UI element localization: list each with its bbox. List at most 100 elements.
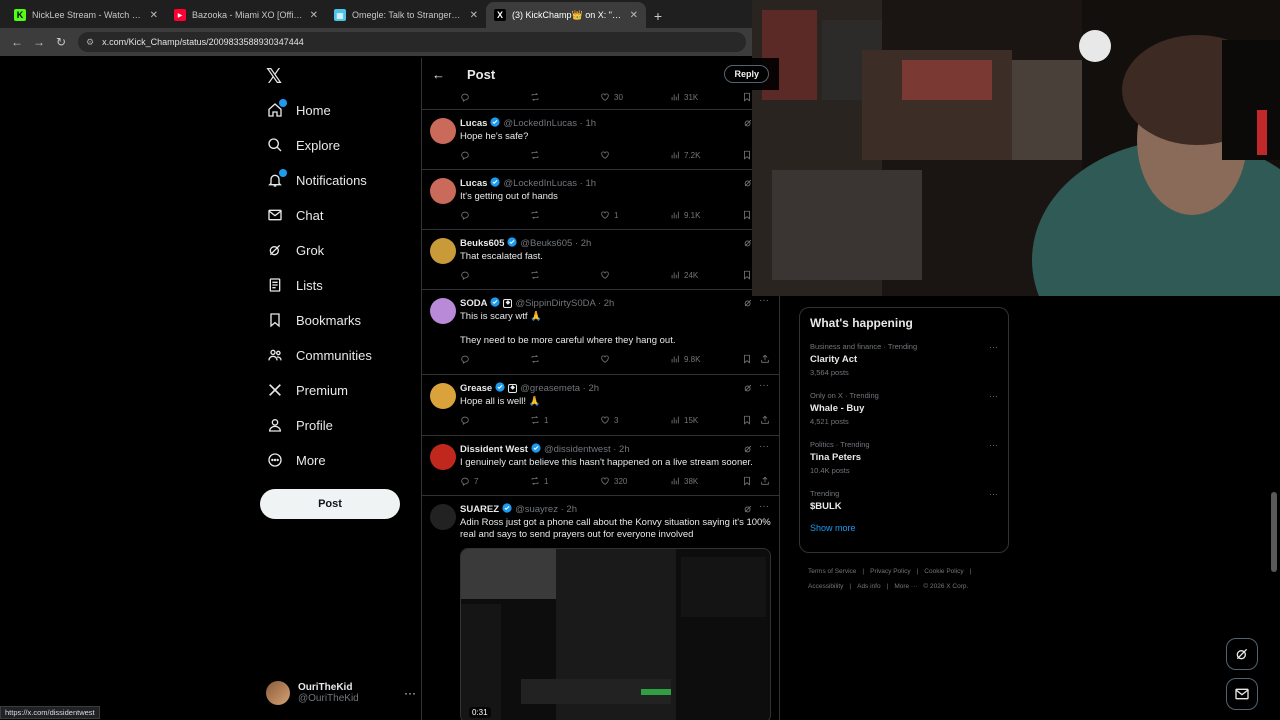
tweet-handle[interactable]: @SippinDirtyS0DA · 2h bbox=[515, 298, 614, 309]
views-icon[interactable]: 9.8K bbox=[670, 354, 700, 364]
like-icon[interactable]: 30 bbox=[600, 92, 623, 102]
trend-item[interactable]: Politics · Trending Tina Peters 10.4K po… bbox=[810, 440, 998, 489]
url-input[interactable]: ⚙ x.com/Kick_Champ/status/20098335889303… bbox=[78, 32, 746, 52]
trend-item[interactable]: Only on X · Trending Whale - Buy 4,521 p… bbox=[810, 391, 998, 440]
show-more-link[interactable]: Show more bbox=[810, 523, 998, 533]
browser-tab-2[interactable]: ▦ Omegle: Talk to Strangers with ✕ bbox=[326, 2, 486, 28]
tweet-author[interactable]: Dissident West bbox=[460, 444, 528, 455]
nav-item-grok[interactable]: Grok bbox=[266, 236, 324, 264]
views-icon[interactable]: 38K bbox=[670, 476, 698, 486]
avatar[interactable] bbox=[430, 178, 456, 204]
repost-icon[interactable] bbox=[530, 270, 544, 280]
views-icon[interactable]: 15K bbox=[670, 415, 698, 425]
views-icon[interactable]: 7.2K bbox=[670, 150, 700, 160]
like-icon[interactable] bbox=[600, 270, 614, 280]
close-icon[interactable]: ✕ bbox=[310, 10, 318, 21]
share-icon[interactable] bbox=[760, 415, 774, 425]
avatar[interactable] bbox=[430, 383, 456, 409]
reply-icon[interactable] bbox=[460, 270, 474, 280]
footer-link[interactable]: Accessibility bbox=[808, 583, 843, 590]
share-icon[interactable] bbox=[760, 354, 774, 364]
trend-item[interactable]: Trending $BULK ··· bbox=[810, 489, 998, 523]
nav-item-explore[interactable]: Explore bbox=[266, 131, 340, 159]
footer-link[interactable]: More ··· bbox=[894, 583, 917, 590]
reply-icon[interactable] bbox=[460, 210, 474, 220]
tweet-handle[interactable]: @dissidentwest · 2h bbox=[544, 444, 630, 455]
nav-item-lists[interactable]: Lists bbox=[266, 271, 323, 299]
back-arrow-icon[interactable]: ← bbox=[432, 67, 445, 82]
repost-icon[interactable] bbox=[530, 92, 544, 102]
x-logo-icon[interactable]: 𝕏 bbox=[266, 64, 282, 89]
tweet[interactable]: Beuks605 @Beuks605 · 2h That escalated fas… bbox=[422, 230, 779, 290]
site-info-icon[interactable]: ⚙ bbox=[86, 37, 94, 48]
like-icon[interactable]: 1 bbox=[600, 210, 618, 220]
tweet-author[interactable]: Grease bbox=[460, 383, 492, 394]
views-icon[interactable]: 31K bbox=[670, 92, 698, 102]
reply-icon[interactable] bbox=[460, 150, 474, 160]
repost-icon[interactable]: 1 bbox=[530, 415, 548, 425]
bookmark-icon[interactable] bbox=[742, 354, 756, 364]
avatar[interactable] bbox=[430, 298, 456, 324]
more-dots-icon[interactable]: ··· bbox=[759, 501, 769, 512]
browser-tab-1[interactable]: ▶ Bazooka - Miami XO [Official M ✕ bbox=[166, 2, 326, 28]
messages-fab-button[interactable] bbox=[1226, 678, 1258, 710]
close-icon[interactable]: ✕ bbox=[470, 10, 478, 21]
more-dots-icon[interactable]: ··· bbox=[759, 441, 769, 452]
share-icon[interactable] bbox=[760, 476, 774, 486]
video-player[interactable]: 0:31 bbox=[460, 548, 771, 720]
repost-icon[interactable]: 1 bbox=[530, 476, 548, 486]
tweet-author[interactable]: Lucas bbox=[460, 178, 487, 189]
nav-item-profile[interactable]: Profile bbox=[266, 411, 333, 439]
browser-tab-0[interactable]: K NickLee Stream - Watch Live on ✕ bbox=[6, 2, 166, 28]
tweet-author[interactable]: SUAREZ bbox=[460, 504, 499, 515]
nav-item-bookmarks[interactable]: Bookmarks bbox=[266, 306, 361, 334]
reply-button[interactable]: Reply bbox=[724, 65, 769, 83]
like-icon[interactable]: 3 bbox=[600, 415, 618, 425]
views-icon[interactable]: 9.1K bbox=[670, 210, 700, 220]
reply-icon[interactable]: 7 bbox=[460, 476, 478, 486]
tweet-handle[interactable]: @suayrez · 2h bbox=[515, 504, 577, 515]
account-switcher[interactable]: OuriTheKid @OuriTheKid ··· bbox=[266, 678, 416, 708]
like-icon[interactable] bbox=[600, 150, 614, 160]
footer-link[interactable]: Terms of Service bbox=[808, 568, 856, 575]
browser-tab-3[interactable]: X (3) KickChamp👑 on X: "Kick st ✕ bbox=[486, 2, 646, 28]
avatar[interactable] bbox=[430, 238, 456, 264]
tweet[interactable]: SUAREZ @suayrez · 2h ··· Adin Ross just got… bbox=[422, 496, 779, 720]
tweet[interactable]: Lucas @LockedInLucas · 1h Hope he's safe? 7… bbox=[422, 110, 779, 170]
tweet[interactable]: Dissident West @dissidentwest · 2h ··· I ge… bbox=[422, 436, 779, 496]
new-tab-button[interactable]: + bbox=[646, 4, 670, 28]
close-icon[interactable]: ✕ bbox=[630, 10, 638, 21]
post-button[interactable]: Post bbox=[260, 489, 400, 519]
nav-item-home[interactable]: Home bbox=[266, 96, 331, 124]
tweet-handle[interactable]: @Beuks605 · 2h bbox=[520, 238, 591, 249]
tweet-handle[interactable]: @greasemeta · 2h bbox=[520, 383, 599, 394]
reply-icon[interactable] bbox=[460, 354, 474, 364]
avatar[interactable] bbox=[430, 504, 456, 530]
bookmark-icon[interactable] bbox=[742, 415, 756, 425]
more-dots-icon[interactable]: ··· bbox=[989, 342, 998, 352]
nav-item-premium[interactable]: Premium bbox=[266, 376, 348, 404]
footer-link[interactable]: Ads info bbox=[857, 583, 881, 590]
avatar[interactable] bbox=[430, 118, 456, 144]
reload-icon[interactable]: ↻ bbox=[50, 31, 72, 53]
avatar[interactable] bbox=[430, 444, 456, 470]
forward-icon[interactable]: → bbox=[28, 31, 50, 53]
footer-link[interactable]: Privacy Policy bbox=[870, 568, 910, 575]
nav-item-communities[interactable]: Communities bbox=[266, 341, 372, 369]
tweet-author[interactable]: Beuks605 bbox=[460, 238, 504, 249]
grok-fab-button[interactable] bbox=[1226, 638, 1258, 670]
views-icon[interactable]: 24K bbox=[670, 270, 698, 280]
reply-icon[interactable] bbox=[460, 415, 474, 425]
reply-icon[interactable] bbox=[460, 92, 474, 102]
repost-icon[interactable] bbox=[530, 354, 544, 364]
more-dots-icon[interactable]: ··· bbox=[759, 380, 769, 391]
scrollbar[interactable] bbox=[1271, 300, 1277, 720]
bookmark-icon[interactable] bbox=[742, 476, 756, 486]
like-icon[interactable]: 320 bbox=[600, 476, 627, 486]
tweet[interactable]: SODA ◆ @SippinDirtyS0DA · 2h ··· This is sca… bbox=[422, 290, 779, 375]
repost-icon[interactable] bbox=[530, 150, 544, 160]
tweet[interactable]: Lucas @LockedInLucas · 1h It's getting out… bbox=[422, 170, 779, 230]
tweet[interactable]: Grease ◆ @greasemeta · 2h ··· Hope all is we… bbox=[422, 375, 779, 436]
more-dots-icon[interactable]: ··· bbox=[404, 686, 416, 700]
tweet-handle[interactable]: @LockedInLucas · 1h bbox=[503, 178, 596, 189]
